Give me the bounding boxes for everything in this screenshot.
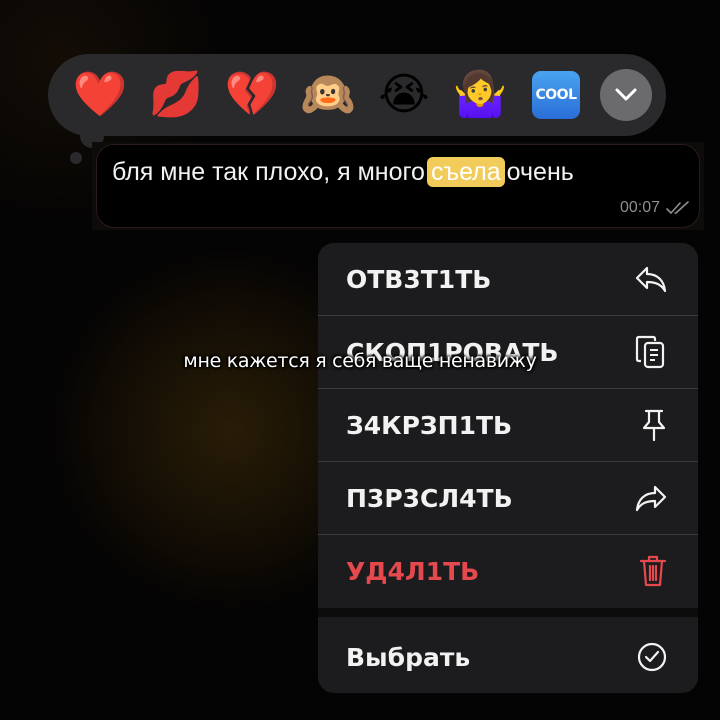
check-circle-icon: [636, 641, 668, 673]
reaction-kiss[interactable]: 💋: [138, 65, 214, 125]
video-caption: мне кажется я себя ваще ненавижу: [183, 350, 537, 372]
reaction-shrug[interactable]: 🤷‍♀️: [442, 65, 518, 125]
reaction-bar: ❤️ 💋 💔 🙉 😭 🤷‍♀️ COOL: [48, 54, 666, 136]
trash-icon: [638, 554, 668, 588]
message-text-before: бля мне так плохо, я много: [112, 158, 425, 186]
reaction-cool[interactable]: COOL: [532, 71, 580, 119]
menu-item-select[interactable]: Выбрать: [318, 621, 698, 693]
menu-item-label: П3Р3СЛ4ТЬ: [346, 483, 513, 513]
forward-icon: [634, 483, 668, 513]
reaction-bar-tail-dot: [70, 152, 82, 164]
menu-item-label: Выбрать: [346, 642, 471, 672]
menu-item-delete[interactable]: УД4Л1ТЬ: [318, 535, 698, 607]
menu-item-label: ОТВ3Т1ТЬ: [346, 264, 492, 294]
double-check-icon: [666, 201, 690, 215]
reaction-broken-heart[interactable]: 💔: [214, 65, 290, 125]
menu-section-gap: [318, 608, 698, 617]
more-reactions-button[interactable]: [600, 69, 652, 121]
reaction-heart[interactable]: ❤️: [62, 65, 138, 125]
reaction-crying-face[interactable]: 😭: [366, 65, 442, 125]
message-text: бля мне так плохо, я много съела очень: [112, 157, 574, 187]
reply-icon: [634, 264, 668, 294]
message-time: 00:07: [619, 199, 660, 216]
menu-item-pin[interactable]: З4КРЗП1ТЬ: [318, 389, 698, 461]
message-text-after: очень: [506, 158, 574, 186]
menu-item-label: УД4Л1ТЬ: [346, 556, 480, 586]
context-menu: ОТВ3Т1ТЬ СКОП1РОВАТЬ З4КРЗП1ТЬ П3Р3СЛ4ТЬ…: [318, 243, 698, 693]
message-meta: 00:07: [620, 199, 690, 217]
pin-icon: [640, 408, 668, 442]
chevron-down-icon: [615, 88, 637, 102]
reaction-hear-no-evil-monkey[interactable]: 🙉: [290, 65, 366, 125]
menu-item-label: З4КРЗП1ТЬ: [346, 410, 513, 440]
menu-item-forward[interactable]: П3Р3СЛ4ТЬ: [318, 462, 698, 534]
menu-item-reply[interactable]: ОТВ3Т1ТЬ: [318, 243, 698, 315]
message-highlight-word: съела: [426, 157, 505, 187]
